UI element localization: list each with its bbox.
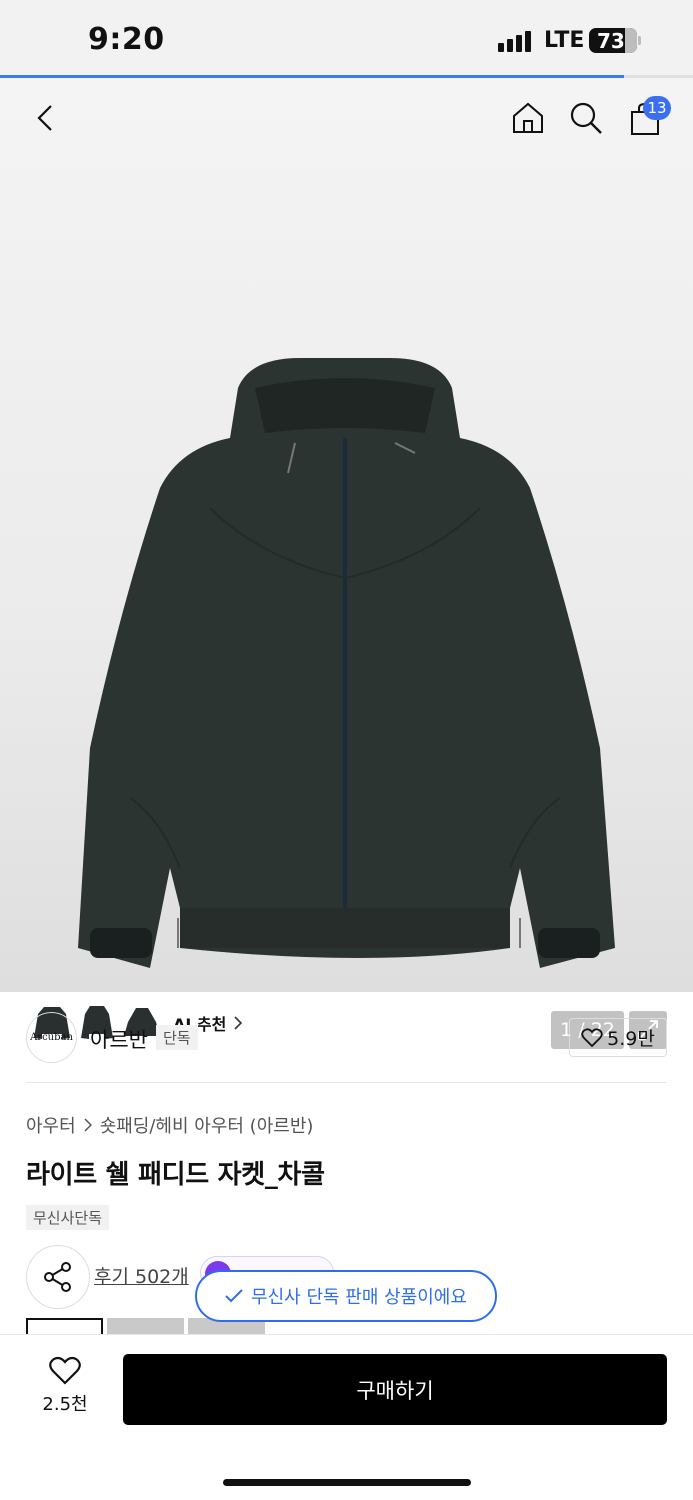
divider — [26, 1082, 667, 1083]
review-photo[interactable] — [26, 1318, 103, 1334]
wishlist-count: 2.5천 — [42, 1394, 88, 1415]
home-icon[interactable] — [508, 98, 548, 138]
status-bar: 9:20 LTE 73 — [0, 0, 693, 78]
breadcrumb-item[interactable]: 숏패딩/헤비 아우터 (아르반) — [100, 1112, 314, 1138]
product-image — [78, 358, 615, 968]
wishlist-button[interactable]: 2.5천 — [30, 1356, 100, 1420]
heart-icon — [581, 1027, 603, 1047]
back-icon[interactable] — [30, 100, 60, 136]
check-icon — [225, 1289, 243, 1303]
battery-level: 73 — [597, 28, 625, 53]
share-button[interactable] — [26, 1245, 90, 1309]
battery-cap — [638, 36, 641, 45]
chevron-right-icon — [234, 1015, 243, 1030]
brand-like-button[interactable]: 5.9만 — [569, 1018, 667, 1057]
brand-exclusive-tag: 단독 — [156, 1025, 198, 1050]
heart-icon — [49, 1356, 81, 1385]
brand-logo[interactable]: Arcuban — [26, 1012, 77, 1063]
exclusive-toast: 무신사 단독 판매 상품이에요 — [195, 1270, 497, 1322]
battery-icon: 73 — [589, 28, 637, 53]
brand-name[interactable]: 아르반 — [90, 1024, 148, 1054]
review-photo[interactable] — [107, 1318, 184, 1334]
product-gallery[interactable]: AI 추천 1 / 22 — [0, 78, 693, 1050]
exclusive-tag: 무신사단독 — [26, 1205, 110, 1230]
signal-icon — [498, 30, 531, 52]
review-count-link[interactable]: 후기 502개 — [94, 1262, 189, 1289]
home-indicator — [223, 1479, 471, 1486]
buy-button[interactable]: 구매하기 — [123, 1354, 667, 1425]
network-type: LTE — [544, 28, 585, 53]
breadcrumb-item[interactable]: 아우터 — [26, 1112, 76, 1138]
brand-like-count: 5.9만 — [607, 1028, 655, 1050]
share-icon — [44, 1262, 71, 1292]
toast-text: 무신사 단독 판매 상품이에요 — [251, 1287, 467, 1308]
brand-logo-text: Arcuban — [30, 1032, 73, 1043]
status-time: 9:20 — [88, 22, 165, 57]
cart-count-badge: 13 — [643, 96, 671, 120]
breadcrumb: 아우터 숏패딩/헤비 아우터 (아르반) — [26, 1112, 313, 1138]
search-icon[interactable] — [566, 98, 606, 138]
chevron-right-icon — [84, 1118, 92, 1132]
product-title: 라이트 쉘 패디드 자켓_차콜 — [26, 1160, 325, 1190]
